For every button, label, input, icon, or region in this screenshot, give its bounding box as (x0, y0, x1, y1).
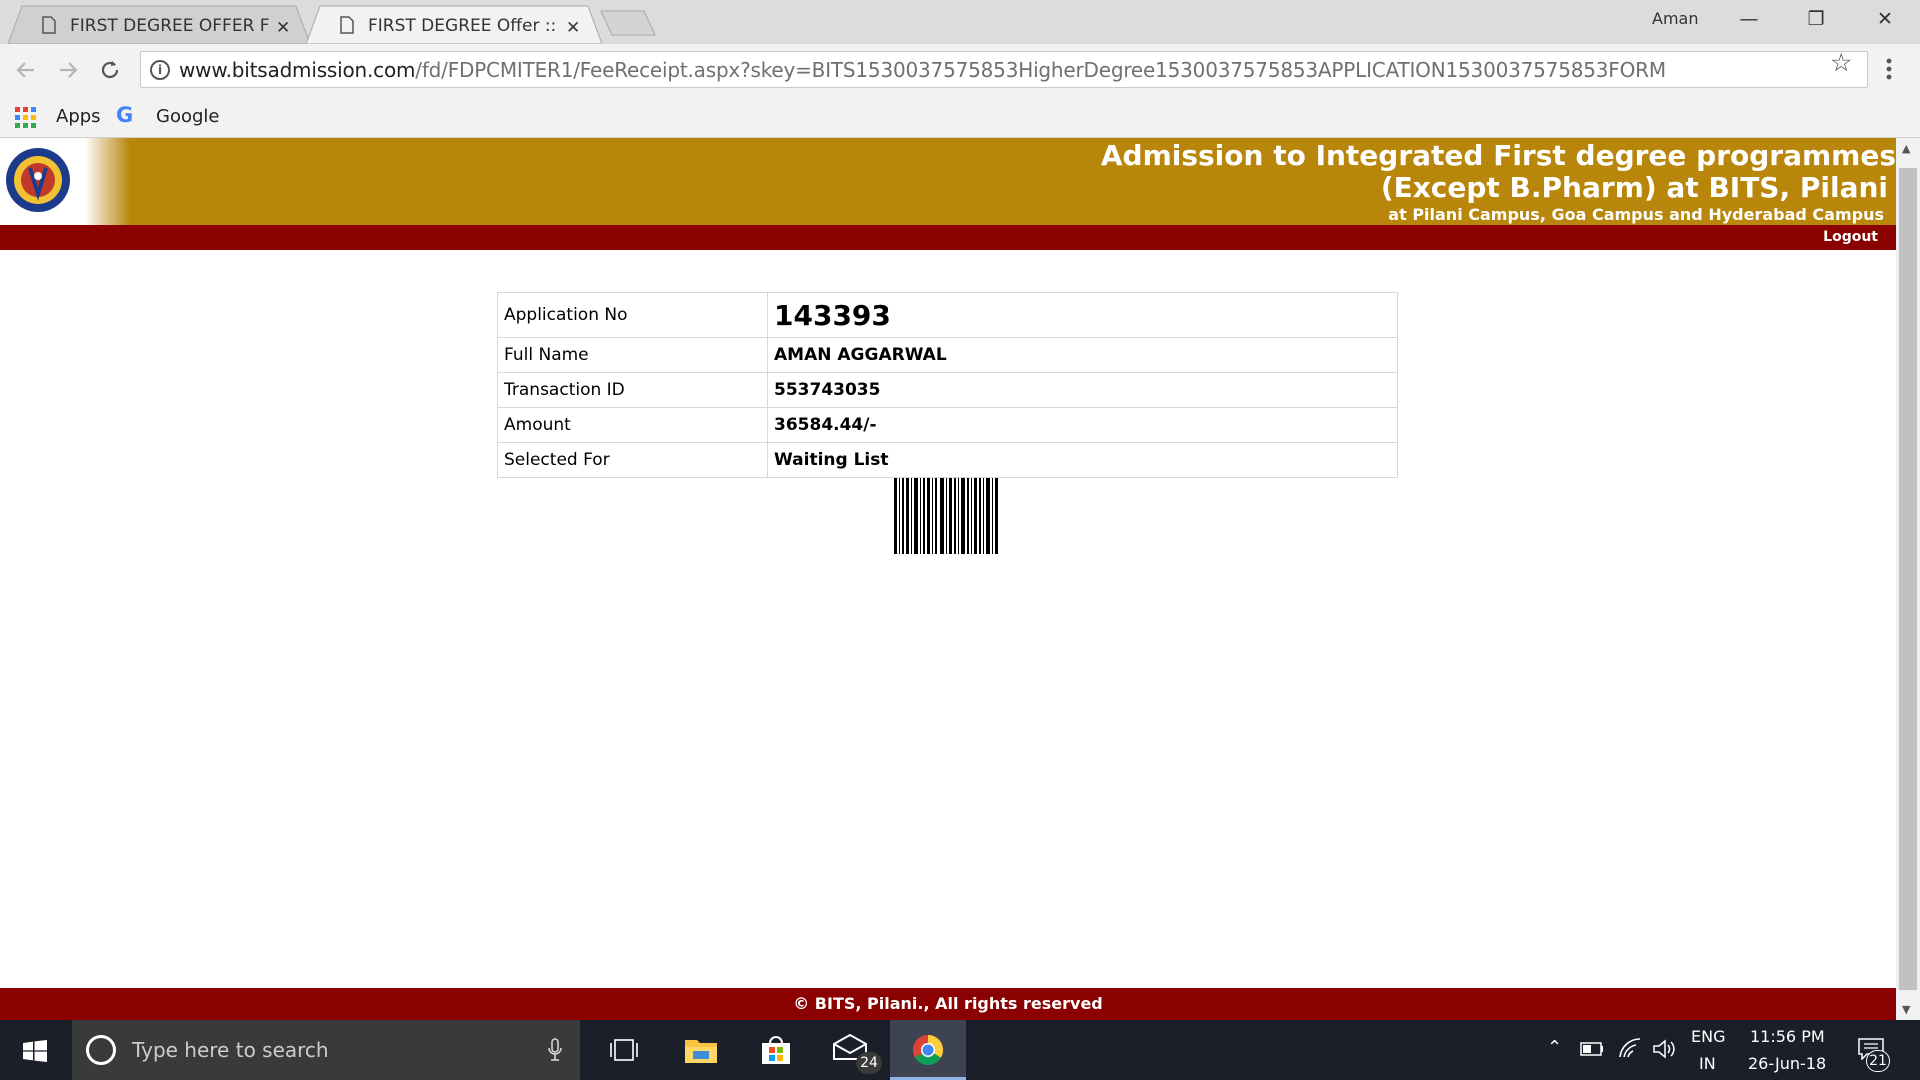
transaction-id-label: Transaction ID (497, 372, 768, 408)
site-info-icon[interactable]: i (150, 60, 170, 80)
table-row: Selected For Waiting List (497, 442, 1398, 478)
logout-link[interactable]: Logout (1823, 229, 1878, 245)
volume-icon[interactable] (1652, 1039, 1676, 1059)
new-tab-button[interactable] (600, 10, 656, 36)
full-name-value: AMAN AGGARWAL (767, 337, 1398, 373)
bits-logo (6, 148, 70, 212)
url-text: www.bitsadmission.com/fd/FDPCMITER1/FeeR… (179, 58, 1666, 82)
reload-icon[interactable] (98, 58, 122, 82)
bookmarks-bar: Apps G Google (0, 96, 1920, 138)
language-code[interactable]: ENG (1691, 1027, 1725, 1046)
file-explorer-button[interactable] (662, 1020, 738, 1080)
close-tab-icon[interactable]: ✕ (276, 18, 290, 38)
language-region[interactable]: IN (1699, 1054, 1716, 1073)
search-placeholder: Type here to search (132, 1038, 329, 1062)
taskbar-search-box[interactable]: Type here to search (72, 1020, 580, 1080)
minimize-button[interactable]: — (1729, 8, 1769, 30)
microphone-icon[interactable] (548, 1038, 562, 1062)
windows-taskbar: Type here to search 24 ⌃ ENG IN 11:56 PM… (0, 1020, 1920, 1080)
clock-date[interactable]: 26-Jun-18 (1748, 1054, 1826, 1073)
page-scrollbar[interactable]: ▲ ▼ (1896, 138, 1920, 1020)
show-hidden-icons-icon[interactable]: ⌃ (1547, 1037, 1562, 1058)
scroll-up-arrow-icon[interactable]: ▲ (1902, 142, 1910, 155)
header-title-line1: Admission to Integrated First degree pro… (1100, 139, 1896, 172)
address-bar[interactable]: i www.bitsadmission.com/fd/FDPCMITER1/Fe… (140, 51, 1868, 88)
tab-title: FIRST DEGREE OFFER For (70, 16, 270, 36)
transaction-id-value: 553743035 (767, 372, 1398, 408)
chrome-icon (912, 1035, 944, 1066)
forward-icon[interactable] (56, 58, 80, 82)
mail-badge: 24 (856, 1052, 882, 1074)
page-icon (42, 16, 56, 34)
scrollbar-thumb[interactable] (1899, 168, 1917, 990)
bookmark-apps[interactable]: Apps (56, 106, 101, 127)
wifi-icon[interactable] (1619, 1038, 1641, 1058)
nav-bar: Logout (0, 225, 1896, 250)
table-row: Amount 36584.44/- (497, 407, 1398, 443)
store-bag-icon (762, 1036, 790, 1064)
table-row: Application No 143393 (497, 292, 1398, 338)
cortana-icon[interactable] (86, 1035, 116, 1065)
task-view-button[interactable] (586, 1020, 662, 1080)
chrome-button[interactable] (890, 1020, 966, 1080)
menu-icon[interactable] (1886, 58, 1892, 80)
amount-value: 36584.44/- (767, 407, 1398, 443)
folder-icon (685, 1040, 717, 1063)
web-page: Admission to Integrated First degree pro… (0, 138, 1896, 1020)
url-path: /fd/FDPCMITER1/FeeReceipt.aspx?skey=BITS… (415, 58, 1666, 82)
header-banner: Admission to Integrated First degree pro… (0, 138, 1896, 225)
profile-name[interactable]: Aman (1652, 9, 1698, 28)
tab-title: FIRST DEGREE Offer :: Bits (368, 16, 560, 36)
close-tab-icon[interactable]: ✕ (566, 18, 580, 38)
store-button[interactable] (738, 1020, 814, 1080)
page-footer: © BITS, Pilani., All rights reserved (0, 988, 1896, 1020)
page-icon (340, 16, 354, 34)
close-window-button[interactable]: ✕ (1865, 8, 1905, 30)
notification-count-badge: 21 (1866, 1050, 1890, 1072)
url-host: www.bitsadmission.com (179, 58, 416, 82)
application-no-value: 143393 (767, 292, 1398, 338)
mail-button[interactable]: 24 (814, 1020, 890, 1080)
selected-for-label: Selected For (497, 442, 768, 478)
application-no-label: Application No (497, 292, 768, 338)
tab-strip: FIRST DEGREE OFFER For ✕ FIRST DEGREE Of… (0, 0, 1920, 44)
browser-toolbar: i www.bitsadmission.com/fd/FDPCMITER1/Fe… (0, 44, 1920, 96)
restore-button[interactable]: ❐ (1796, 8, 1836, 30)
barcode-image (894, 478, 998, 554)
amount-label: Amount (497, 407, 768, 443)
selected-for-value: Waiting List (767, 442, 1398, 478)
windows-start-icon[interactable] (23, 1040, 47, 1062)
header-title-line2: (Except B.Pharm) at BITS, Pilani (1380, 171, 1888, 204)
header-subtitle: at Pilani Campus, Goa Campus and Hyderab… (1388, 205, 1884, 224)
scroll-down-arrow-icon[interactable]: ▼ (1902, 1003, 1910, 1016)
table-row: Full Name AMAN AGGARWAL (497, 337, 1398, 373)
tab-first-degree-offer-bits[interactable]: FIRST DEGREE Offer :: Bits ✕ (306, 5, 602, 44)
receipt-table: Application No 143393 Full Name AMAN AGG… (497, 292, 1398, 478)
tab-first-degree-offer-form[interactable]: FIRST DEGREE OFFER For ✕ (8, 5, 310, 44)
bookmark-google[interactable]: Google (156, 106, 219, 127)
table-row: Transaction ID 553743035 (497, 372, 1398, 408)
apps-grid-icon[interactable] (15, 107, 36, 128)
full-name-label: Full Name (497, 337, 768, 373)
bookmark-star-icon[interactable]: ☆ (1830, 48, 1852, 77)
back-icon[interactable] (14, 58, 38, 82)
battery-icon[interactable] (1580, 1042, 1604, 1056)
clock-time[interactable]: 11:56 PM (1750, 1027, 1825, 1046)
task-view-icon (610, 1039, 638, 1061)
google-icon[interactable]: G (116, 103, 133, 127)
